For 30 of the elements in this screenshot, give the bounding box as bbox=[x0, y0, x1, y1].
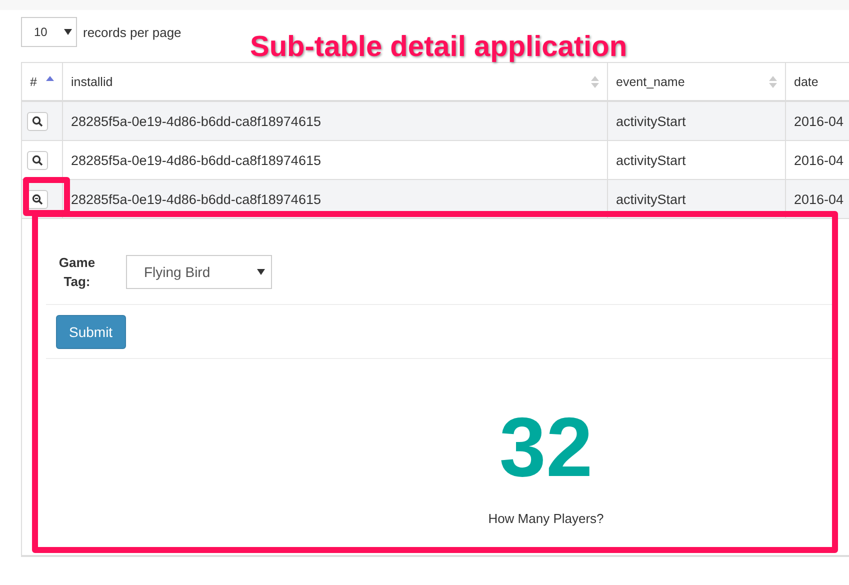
table-cell: 28285f5a-0e19-4d86-b6dd-ca8f18974615 bbox=[63, 141, 608, 179]
column-label: # bbox=[30, 74, 37, 88]
column-header[interactable]: # bbox=[22, 63, 63, 100]
table-cell: 2016-04 bbox=[786, 141, 849, 179]
column-header[interactable]: installid bbox=[63, 63, 608, 100]
search-button[interactable] bbox=[27, 112, 48, 130]
search-icon bbox=[32, 116, 43, 126]
zoom-out-icon bbox=[32, 194, 43, 204]
field-label: Game Tag: bbox=[58, 254, 96, 290]
search-icon bbox=[32, 154, 43, 166]
column-header[interactable]: date bbox=[786, 63, 849, 100]
column-header[interactable]: event_name bbox=[608, 63, 786, 100]
metric-label: How Many Players? bbox=[488, 511, 604, 526]
caret-icon bbox=[257, 268, 265, 274]
page-size-label: records per page bbox=[83, 24, 182, 40]
table-cell: activityStart bbox=[608, 102, 786, 140]
metric-value: 32 bbox=[499, 399, 593, 495]
search-button[interactable] bbox=[27, 150, 48, 170]
table-cell: 28285f5a-0e19-4d86-b6dd-ca8f18974615 bbox=[63, 102, 608, 140]
page-size-select[interactable]: 10 bbox=[21, 17, 77, 47]
caret-icon bbox=[64, 29, 72, 35]
table-cell: 2016-04 bbox=[786, 102, 849, 140]
zoom-out-button[interactable] bbox=[27, 190, 48, 208]
game-tag-select[interactable]: Flying Bird bbox=[126, 254, 272, 288]
column-label: installid bbox=[71, 74, 113, 88]
table-cell: activityStart bbox=[608, 141, 786, 179]
submit-button[interactable]: Submit bbox=[56, 314, 126, 348]
column-label: event_name bbox=[616, 74, 685, 88]
annotation-title: Sub-table detail application bbox=[250, 33, 628, 62]
column-label: date bbox=[794, 74, 818, 88]
